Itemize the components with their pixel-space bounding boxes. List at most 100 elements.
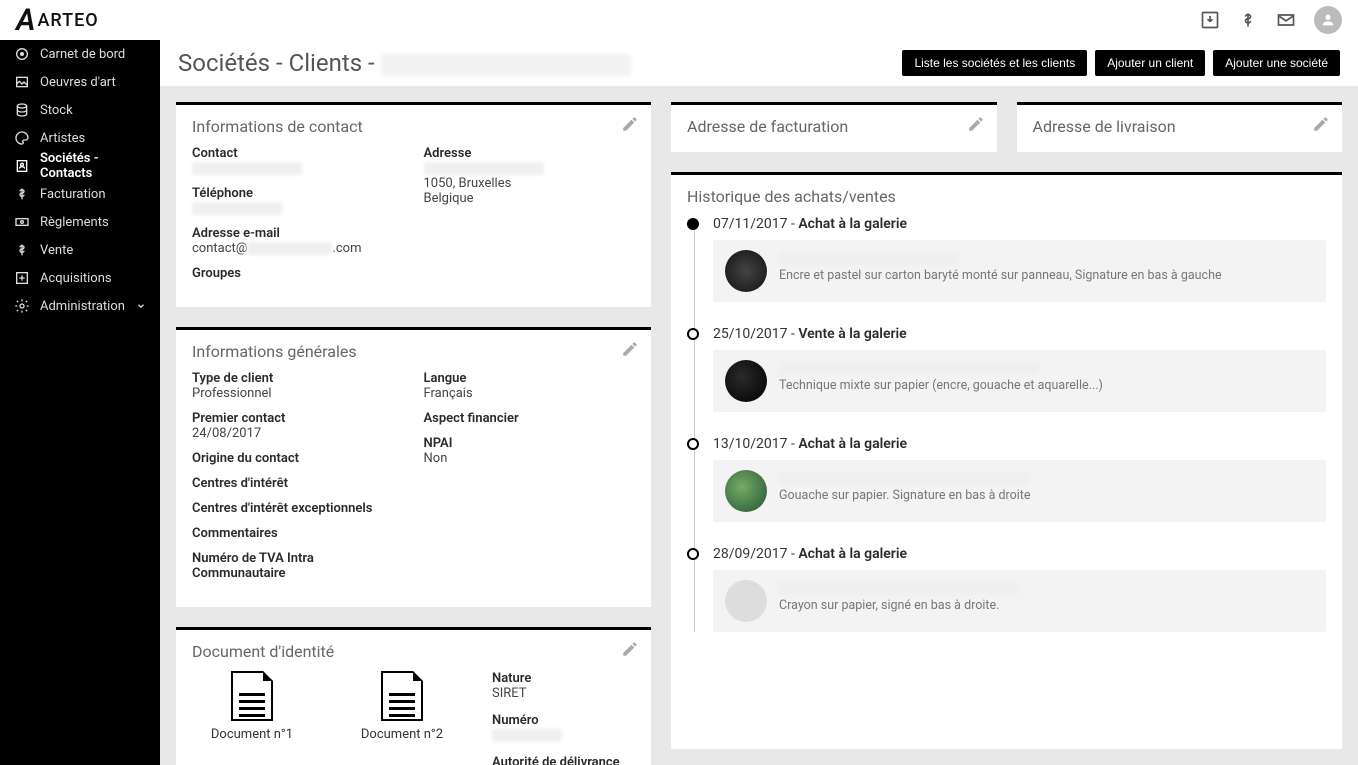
event-body[interactable]: Encre et pastel sur carton baryté monté …: [713, 240, 1326, 302]
dollar-icon[interactable]: [1238, 10, 1258, 30]
sidebar-item-billing[interactable]: Facturation: [0, 180, 160, 208]
event-body[interactable]: Gouache sur papier. Signature en bas à d…: [713, 460, 1326, 522]
contact-info-card: Informations de contact Contact Téléphon…: [176, 102, 651, 307]
database-icon: [14, 102, 30, 118]
event-type: Achat à la galerie: [798, 546, 907, 562]
download-icon[interactable]: [1200, 10, 1220, 30]
field-label: Type de client: [192, 371, 404, 386]
sidebar-item-label: Facturation: [40, 187, 106, 202]
edit-icon[interactable]: [621, 640, 639, 658]
timeline-dot-icon: [687, 438, 699, 450]
sidebar-item-contacts[interactable]: Sociétés - Contacts: [0, 152, 160, 180]
event-date: 13/10/2017: [713, 436, 788, 452]
event-desc: Technique mixte sur papier (encre, gouac…: [779, 378, 1103, 393]
document-icon: [231, 671, 273, 721]
field-label: Numéro de TVA Intra Communautaire: [192, 551, 404, 581]
artwork-thumb: [725, 250, 767, 292]
card-title: Informations de contact: [192, 117, 635, 136]
field-label: Numéro: [492, 713, 635, 728]
event-body[interactable]: Technique mixte sur papier (encre, gouac…: [713, 350, 1326, 412]
event-desc: Gouache sur papier. Signature en bas à d…: [779, 488, 1031, 503]
field-label: Langue: [424, 371, 636, 386]
edit-icon[interactable]: [1312, 115, 1330, 133]
history-event: 13/10/2017 - Achat à la galerie Gouache …: [713, 436, 1326, 522]
event-desc: Crayon sur papier, signé en bas à droite…: [779, 598, 1019, 613]
field-value: Français: [424, 386, 636, 401]
sidebar-item-label: Carnet de bord: [40, 47, 125, 62]
edit-icon[interactable]: [621, 340, 639, 358]
sidebar-item-label: Règlements: [40, 215, 109, 230]
address-line2: 1050, Bruxelles: [424, 176, 512, 191]
sidebar-item-acquisitions[interactable]: Acquisitions: [0, 264, 160, 292]
page-header: Sociétés - Clients - Liste les sociétés …: [160, 40, 1358, 86]
sidebar-item-label: Administration: [40, 299, 125, 314]
sidebar-item-label: Oeuvres d'art: [40, 75, 116, 90]
card-title: Adresse de livraison: [1033, 117, 1327, 136]
identity-doc-card: Document d'identité Document n°1: [176, 627, 651, 765]
document-thumb-1[interactable]: Document n°1: [192, 671, 312, 742]
brand-logo: AARTEO: [16, 3, 99, 38]
sidebar-item-admin[interactable]: Administration: [0, 292, 160, 320]
address-country: Belgique: [424, 191, 474, 206]
sidebar-item-sales[interactable]: Vente: [0, 236, 160, 264]
sidebar-item-payments[interactable]: Règlements: [0, 208, 160, 236]
field-label: Origine du contact: [192, 451, 404, 466]
field-value: Non: [424, 451, 636, 466]
field-label: Commentaires: [192, 526, 404, 541]
contacts-icon: [14, 158, 30, 174]
sidebar-item-label: Vente: [40, 243, 73, 258]
card-title: Historique des achats/ventes: [687, 187, 1326, 206]
event-body[interactable]: Crayon sur papier, signé en bas à droite…: [713, 570, 1326, 632]
target-icon: [14, 46, 30, 62]
field-label: Contact: [192, 146, 404, 161]
event-date: 28/09/2017: [713, 546, 788, 562]
email-value: contact@.com: [192, 241, 404, 256]
document-thumb-2[interactable]: Document n°2: [342, 671, 462, 742]
field-label: Nature: [492, 671, 635, 686]
sidebar-item-label: Artistes: [40, 131, 85, 146]
history-event: 07/11/2017 - Achat à la galerie Encre et…: [713, 216, 1326, 302]
page-title: Sociétés - Clients -: [178, 49, 631, 77]
dollar-icon: [14, 186, 30, 202]
add-client-button[interactable]: Ajouter un client: [1095, 50, 1205, 76]
event-type: Achat à la galerie: [798, 436, 907, 452]
doc-label: Document n°2: [361, 727, 443, 742]
event-type: Achat à la galerie: [798, 216, 907, 232]
field-label: Centres d'intérêt: [192, 476, 404, 491]
sidebar-item-stock[interactable]: Stock: [0, 96, 160, 124]
history-event: 25/10/2017 - Vente à la galerie Techniqu…: [713, 326, 1326, 412]
user-avatar[interactable]: [1314, 6, 1342, 34]
shipping-address-card: Adresse de livraison: [1017, 102, 1343, 152]
topbar: AARTEO: [0, 0, 1358, 40]
cash-icon: [14, 214, 30, 230]
edit-icon[interactable]: [621, 115, 639, 133]
mail-icon[interactable]: [1276, 10, 1296, 30]
plus-box-icon: [14, 270, 30, 286]
event-date: 25/10/2017: [713, 326, 788, 342]
field-label: NPAI: [424, 436, 636, 451]
field-label: Centres d'intérêt exceptionnels: [192, 501, 404, 516]
artwork-thumb: [725, 360, 767, 402]
field-label: Premier contact: [192, 411, 404, 426]
field-label: Autorité de délivrance: [492, 755, 635, 765]
card-title: Adresse de facturation: [687, 117, 981, 136]
sidebar-item-artists[interactable]: Artistes: [0, 124, 160, 152]
edit-icon[interactable]: [967, 115, 985, 133]
artwork-thumb: [725, 580, 767, 622]
timeline-dot-icon: [687, 328, 699, 340]
add-company-button[interactable]: Ajouter une société: [1213, 50, 1340, 76]
history-event: 28/09/2017 - Achat à la galerie Crayon s…: [713, 546, 1326, 632]
image-icon: [14, 74, 30, 90]
artwork-thumb: [725, 470, 767, 512]
main-area: Sociétés - Clients - Liste les sociétés …: [160, 40, 1358, 765]
sidebar-item-artworks[interactable]: Oeuvres d'art: [0, 68, 160, 96]
billing-address-card: Adresse de facturation: [671, 102, 997, 152]
history-card: Historique des achats/ventes 07/11/2017 …: [671, 172, 1342, 749]
list-companies-button[interactable]: Liste les sociétés et les clients: [902, 50, 1087, 76]
field-label: Téléphone: [192, 186, 404, 201]
timeline-dot-icon: [687, 548, 699, 560]
field-label: Aspect financier: [424, 411, 636, 426]
event-desc: Encre et pastel sur carton baryté monté …: [779, 268, 1222, 283]
event-type: Vente à la galerie: [798, 326, 906, 342]
sidebar-item-dashboard[interactable]: Carnet de bord: [0, 40, 160, 68]
